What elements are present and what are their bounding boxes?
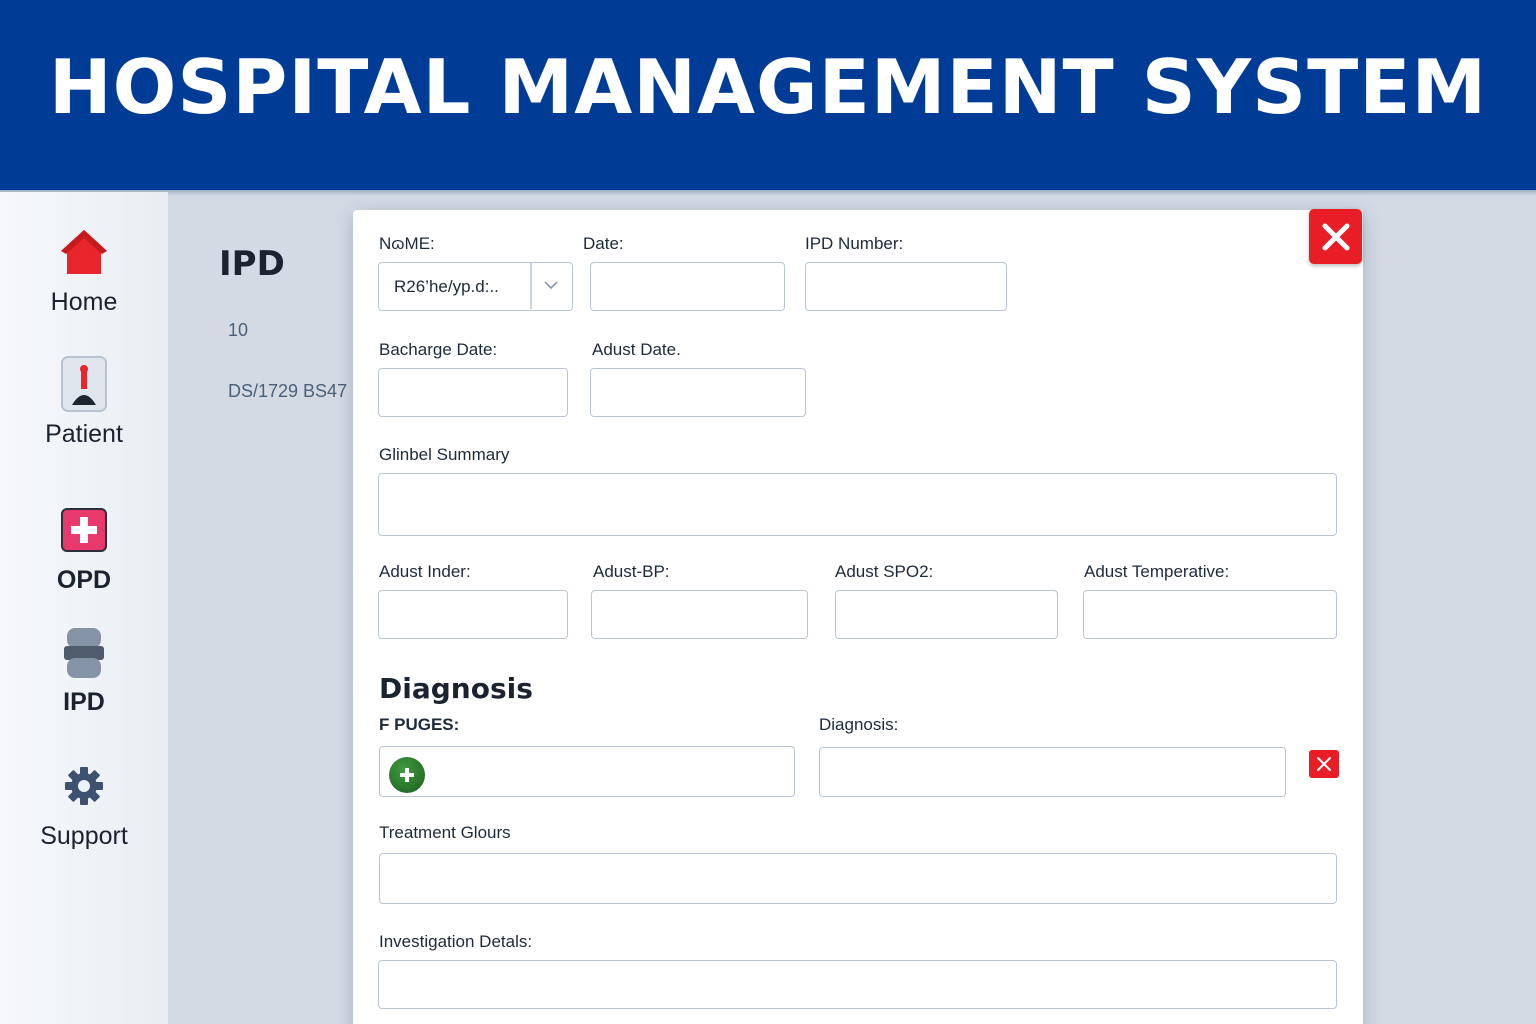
name-select[interactable]: R26’he/yp.d:..: [378, 262, 573, 311]
discharge-date-label: Bacharge Date:: [379, 340, 498, 359]
puges-label: F PUGES:: [379, 715, 460, 734]
app-header: HOSPITAL MANAGEMENT SYSTEM: [0, 0, 1536, 190]
plus-icon: [400, 768, 414, 782]
treatment-label: Treatment Glours: [379, 823, 511, 842]
sidebar-item-support[interactable]: Support: [0, 758, 168, 851]
name-label: NɷME:: [379, 234, 435, 253]
sidebar-item-home[interactable]: Home: [0, 224, 168, 317]
adust-date-label: Adust Date.: [592, 340, 681, 359]
close-icon: [1317, 757, 1331, 771]
inder-field[interactable]: [378, 590, 568, 639]
chevron-down-icon: [544, 281, 558, 290]
remove-row-button[interactable]: [1309, 750, 1339, 778]
adust-date-field[interactable]: [590, 368, 806, 417]
diagnosis-field[interactable]: [819, 747, 1286, 797]
gear-icon: [56, 758, 112, 814]
page-title: IPD: [219, 244, 285, 284]
discharge-date-field[interactable]: [378, 368, 568, 417]
name-select-value: R26’he/yp.d:..: [394, 277, 499, 296]
spo2-field[interactable]: [835, 590, 1058, 639]
diagnosis-section-title: Diagnosis: [379, 672, 533, 705]
diagnosis-label: Diagnosis:: [819, 715, 899, 734]
ipd-count: 10: [228, 320, 249, 340]
investigation-label: Investigation Detals:: [379, 932, 533, 951]
temperature-field[interactable]: [1083, 590, 1337, 639]
app-title: HOSPITAL MANAGEMENT SYSTEM: [48, 43, 1488, 131]
sidebar-item-label: Patient: [45, 420, 123, 448]
medical-cross-icon: [56, 502, 112, 558]
sidebar-item-label: OPD: [56, 566, 112, 594]
sidebar-item-ipd[interactable]: IPD: [0, 624, 168, 717]
ipd-number-label: IPD Number:: [805, 234, 904, 253]
inder-label: Adust Inder:: [379, 562, 471, 581]
close-button[interactable]: [1309, 209, 1362, 264]
bed-icon: [56, 624, 112, 680]
spo2-label: Adust SPO2:: [835, 562, 934, 581]
date-label: Date:: [583, 234, 624, 253]
temperature-label: Adust Temperative:: [1084, 562, 1230, 581]
ipd-number-field[interactable]: [805, 262, 1007, 311]
ipd-reference: DS/1729 BS47: [228, 381, 348, 401]
add-button[interactable]: [389, 757, 425, 793]
sidebar: Home Patient OPD IPD Support: [0, 192, 168, 1024]
treatment-field[interactable]: [379, 853, 1337, 904]
summary-field[interactable]: [378, 473, 1337, 536]
header-shadow: [0, 190, 1536, 196]
sidebar-item-label: Home: [50, 288, 118, 316]
close-icon: [1322, 223, 1349, 250]
bp-label: Adust-BP:: [593, 562, 670, 581]
home-icon: [56, 224, 112, 280]
patient-icon: [56, 356, 112, 412]
sidebar-item-opd[interactable]: OPD: [0, 502, 168, 595]
summary-label: Glinbel Summary: [379, 445, 510, 464]
select-divider: [530, 263, 532, 309]
investigation-field[interactable]: [378, 960, 1337, 1009]
puges-field[interactable]: [379, 746, 795, 797]
date-field[interactable]: [590, 262, 785, 311]
sidebar-item-label: IPD: [63, 688, 105, 716]
sidebar-item-label: Support: [40, 822, 128, 850]
bp-field[interactable]: [591, 590, 808, 639]
sidebar-item-patient[interactable]: Patient: [0, 356, 168, 449]
